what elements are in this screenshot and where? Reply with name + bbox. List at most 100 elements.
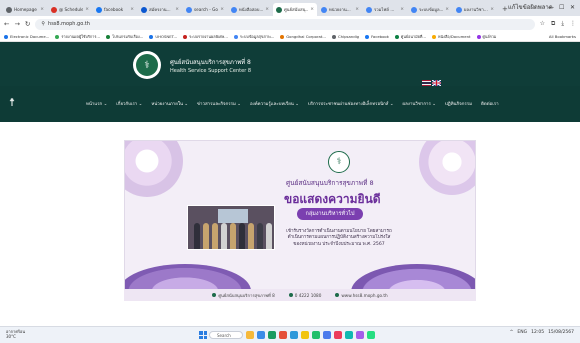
- bookmark-item[interactable]: UHOSNET...: [149, 34, 177, 39]
- photo-person: [239, 223, 245, 249]
- nav-item[interactable]: หน้าแรก ⌄: [86, 100, 107, 107]
- tray-item[interactable]: ENG: [517, 330, 527, 335]
- nav-item[interactable]: เกี่ยวกับเรา ⌄: [116, 100, 142, 107]
- bookmark-item[interactable]: Chipsandig: [331, 34, 359, 39]
- menu-icon[interactable]: ⋮: [570, 20, 576, 28]
- bookmark-item[interactable]: ศูนย์รวม: [476, 34, 496, 40]
- minimize-icon[interactable]: —: [548, 0, 554, 16]
- forward-icon[interactable]: →: [14, 20, 19, 28]
- tray-item[interactable]: 15/08/2567: [548, 330, 574, 335]
- star-icon[interactable]: ☆: [540, 20, 545, 28]
- tray-item[interactable]: ^: [510, 330, 514, 335]
- bookmark-favicon-icon: [4, 34, 8, 39]
- nav-item[interactable]: ผลงานวิชาการ ⌄: [403, 100, 436, 107]
- tab-close-icon[interactable]: ×: [490, 3, 494, 16]
- org-icon: [212, 293, 217, 297]
- tab-label: search - Goo...: [194, 7, 218, 12]
- taskbar-app-icon[interactable]: [301, 331, 309, 339]
- browser-tab[interactable]: ผลงานวิชา... ×: [453, 3, 497, 16]
- taskbar-app-icon[interactable]: [279, 331, 287, 339]
- browser-tab[interactable]: @ Schedule ×: [48, 3, 92, 16]
- nav-item[interactable]: ติดต่อเรา: [481, 100, 499, 107]
- tab-close-icon[interactable]: ×: [400, 3, 404, 16]
- browser-tab[interactable]: facebook ×: [93, 3, 137, 16]
- bookmark-item[interactable]: Electronic Docume...: [4, 34, 49, 39]
- taskbar-search-text: Search: [217, 333, 231, 338]
- weather-widget[interactable]: อากาศร้อน 30°C: [6, 329, 25, 339]
- back-icon[interactable]: ←: [4, 20, 9, 28]
- photo-person: [212, 223, 218, 249]
- nav-item[interactable]: องค์ความรู้และบทเรียน ⌄: [250, 100, 299, 107]
- browser-tab[interactable]: หนังสือสอบ... ×: [228, 3, 272, 16]
- taskbar-app-icon[interactable]: [356, 331, 364, 339]
- ministry-seal-icon: ⚕: [328, 151, 350, 173]
- bookmark-item[interactable]: Facebook: [365, 34, 389, 39]
- nav-item[interactable]: ข่าวสารและกิจกรรม ⌄: [197, 100, 241, 107]
- photo-person: [248, 223, 254, 249]
- taskbar-app-icon[interactable]: [323, 331, 331, 339]
- taskbar-app-icon[interactable]: [246, 331, 254, 339]
- bookmark-favicon-icon: [106, 34, 111, 39]
- close-window-icon[interactable]: ✕: [570, 0, 575, 16]
- chevron-down-icon: ⌄: [137, 102, 143, 107]
- bookmarks-bar: Electronic Docume... รายงานผลผู้ใช้บริการ…: [0, 32, 580, 42]
- address-bar[interactable]: ⚲ hss8.moph.go.th: [35, 18, 535, 30]
- taskbar-app-icon[interactable]: [345, 331, 353, 339]
- bookmark-item[interactable]: โปรแกรมรับเรื่อง...: [106, 34, 143, 40]
- site-logo[interactable]: ⚕: [133, 51, 161, 79]
- tray-item[interactable]: 12:05: [531, 330, 544, 335]
- download-icon[interactable]: ⤓: [561, 20, 564, 28]
- bookmark-item[interactable]: ระบบข้อมูลสุขภาพ...: [233, 34, 274, 40]
- nav-item-label: ปฏิทินกิจกรรม: [444, 102, 473, 107]
- site-info-icon[interactable]: ⚲: [41, 19, 45, 30]
- tab-close-icon[interactable]: ×: [445, 3, 449, 16]
- tab-close-icon[interactable]: ×: [220, 3, 224, 16]
- taskbar-app-icon[interactable]: [290, 331, 298, 339]
- maximize-icon[interactable]: ☐: [559, 0, 564, 16]
- accessibility-icon[interactable]: ☨: [9, 96, 15, 109]
- nav-item[interactable]: ปฏิทินกิจกรรม: [445, 100, 472, 107]
- all-bookmarks-button[interactable]: All Bookmarks: [549, 34, 576, 39]
- bookmark-item[interactable]: รายงานผลผู้ใช้บริการ...: [55, 34, 100, 40]
- bookmark-item[interactable]: Gongdhai Corporat...: [280, 34, 326, 39]
- browser-tab[interactable]: Homepage ×: [3, 3, 47, 16]
- browser-tab[interactable]: รวมไฟล์ ... ×: [363, 3, 407, 16]
- bookmark-item[interactable]: ระบบรายงานผลพิเศษ...: [183, 34, 228, 40]
- bookmark-item[interactable]: หนังสือ/Document: [432, 34, 471, 40]
- tab-label: สมัครงาน...: [149, 7, 171, 12]
- tab-close-icon[interactable]: ×: [310, 3, 314, 16]
- nav-menu: หน้าแรก ⌄ เกี่ยวกับเรา ⌄ หน่วยงานภายใน ⌄ ข่…: [86, 100, 499, 107]
- bookmark-label: ศูนย์อนามัยที่...: [400, 33, 427, 39]
- profile-button[interactable]: แก้ไขข้อผิดพลาด: [508, 0, 553, 16]
- nav-item-label: เกี่ยวกับเรา: [116, 102, 138, 107]
- browser-tab[interactable]: search - Goo...×: [183, 3, 227, 16]
- bookmark-item[interactable]: ศูนย์อนามัยที่...: [394, 33, 427, 40]
- extensions-icon[interactable]: ⧉: [551, 20, 555, 28]
- tab-close-icon[interactable]: ×: [40, 3, 44, 16]
- taskbar-search[interactable]: Search: [209, 331, 243, 339]
- tab-close-icon[interactable]: ×: [130, 3, 134, 16]
- reload-icon[interactable]: ↻: [25, 20, 30, 28]
- taskbar-app-icon[interactable]: [367, 331, 375, 339]
- globe-icon: [335, 293, 340, 297]
- tab-close-icon[interactable]: ×: [175, 3, 179, 16]
- browser-tab[interactable]: หน่วยงาน... ×: [318, 3, 362, 16]
- nav-item-label: องค์ความรู้และบทเรียน: [249, 102, 294, 107]
- taskbar-app-icon[interactable]: [312, 331, 320, 339]
- nav-item[interactable]: บริการประชาชนผ่านช่องทางอิเล็กทรอนิกส์ ⌄: [308, 100, 394, 107]
- taskbar-app-icon[interactable]: [257, 331, 265, 339]
- site-title-english: Health Service Support Center 8: [170, 68, 252, 74]
- windows-start-icon[interactable]: [199, 331, 207, 339]
- tab-close-icon[interactable]: ×: [355, 3, 359, 16]
- flower-decoration: [125, 141, 183, 197]
- taskbar-app-icon[interactable]: [334, 331, 342, 339]
- browser-tab[interactable]: ศูนย์สนับสนุ... ×: [273, 3, 317, 16]
- browser-tab[interactable]: ระบบข้อมูล... ×: [408, 3, 452, 16]
- news-banner[interactable]: [124, 140, 476, 301]
- chevron-down-icon: ⌄: [388, 102, 394, 107]
- browser-tab[interactable]: สมัครงาน... ×: [138, 3, 182, 16]
- nav-item[interactable]: หน่วยงานภายใน ⌄: [151, 100, 188, 107]
- tab-close-icon[interactable]: ×: [85, 3, 89, 16]
- taskbar-app-icon[interactable]: [268, 331, 276, 339]
- tab-close-icon[interactable]: ×: [265, 3, 269, 16]
